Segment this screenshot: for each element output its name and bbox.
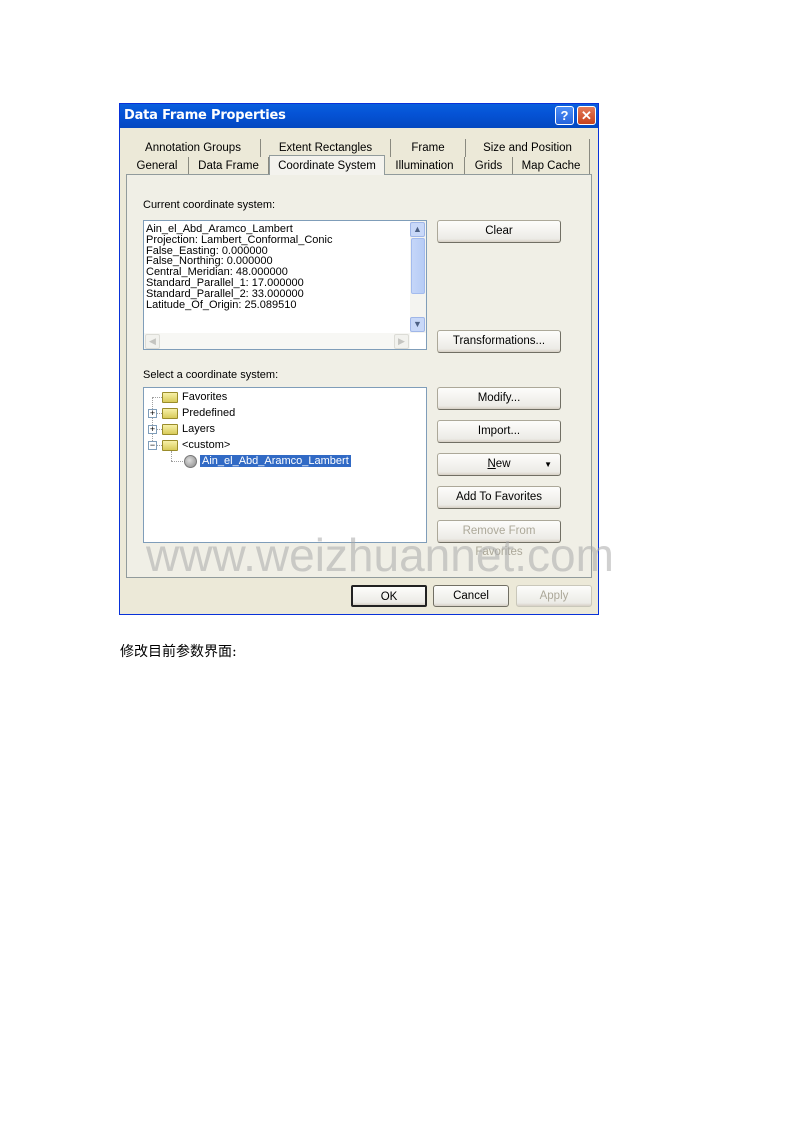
cancel-button[interactable]: Cancel [433, 585, 509, 607]
button-label: Apply [539, 590, 569, 602]
scroll-up-arrow-icon[interactable]: ▲ [410, 222, 425, 237]
scroll-thumb[interactable] [411, 238, 425, 294]
tab-grids[interactable]: Grids [465, 157, 513, 175]
apply-button[interactable]: Apply [516, 585, 592, 607]
transformations-button[interactable]: Transformations... [437, 330, 561, 353]
tree-line [152, 397, 162, 398]
modify-button[interactable]: Modify... [437, 387, 561, 410]
add-to-favorites-button[interactable]: Add To Favorites [437, 486, 561, 509]
tree-node-predefined[interactable]: Predefined [162, 405, 235, 421]
select-coordinate-system-label: Select a coordinate system: [143, 369, 279, 381]
node-label: Layers [182, 423, 216, 435]
remove-from-favorites-button[interactable]: Remove From Favorites [437, 520, 561, 558]
coordinate-system-panel: Current coordinate system: Ain_el_Abd_Ar… [126, 174, 592, 578]
button-label: Add To Favorites [455, 491, 543, 503]
detail-line: Standard_Parallel_2: 33.000000 [146, 287, 304, 300]
tab-label: Illumination [395, 160, 454, 172]
tree-node-ain-el-abd-aramco-lambert[interactable]: Ain_el_Abd_Aramco_Lambert [184, 453, 351, 469]
title-bar[interactable]: Data Frame Properties ? ✕ [120, 104, 598, 128]
scroll-right-arrow-icon[interactable]: ▶ [394, 334, 409, 349]
button-label: Remove From Favorites [462, 525, 536, 558]
tab-map-cache[interactable]: Map Cache [513, 157, 590, 175]
button-label: Transformations... [452, 335, 546, 347]
import-button[interactable]: Import... [437, 420, 561, 443]
button-label: Cancel [453, 590, 489, 602]
dropdown-arrow-icon: ▼ [544, 460, 552, 469]
clear-button[interactable]: Clear [437, 220, 561, 243]
node-label: Predefined [182, 407, 236, 419]
tab-label: Frame [411, 142, 445, 154]
button-label: OK [380, 591, 398, 603]
help-button[interactable]: ? [555, 106, 574, 125]
tab-illumination[interactable]: Illumination [385, 157, 465, 175]
close-icon: ✕ [581, 108, 592, 123]
button-label: Clear [485, 225, 513, 237]
tab-label: Size and Position [483, 142, 572, 154]
current-coordinate-system-details[interactable]: Ain_el_Abd_Aramco_Lambert Projection: La… [143, 220, 427, 350]
tree-line [152, 397, 153, 445]
button-label: Import... [477, 425, 521, 437]
tab-label: Grids [474, 160, 503, 172]
folder-icon [162, 407, 178, 419]
tree-line [171, 461, 183, 462]
tab-coordinate-system[interactable]: Coordinate System [269, 155, 385, 175]
tab-label: General [136, 160, 178, 172]
tab-label: Extent Rectangles [278, 142, 373, 154]
tree-node-custom[interactable]: <custom> [162, 437, 230, 453]
expand-icon[interactable]: + [148, 425, 157, 434]
details-text: Ain_el_Abd_Aramco_Lambert Projection: La… [145, 224, 332, 310]
tab-size-and-position[interactable]: Size and Position [466, 139, 590, 157]
tab-row-2: General Data Frame Coordinate System Ill… [126, 155, 592, 175]
tab-data-frame[interactable]: Data Frame [189, 157, 269, 175]
tab-label: Annotation Groups [145, 142, 241, 154]
coordinate-system-tree[interactable]: Favorites + Predefined + Layers − <custo… [143, 387, 427, 543]
folder-icon [162, 439, 178, 451]
globe-icon [184, 454, 197, 468]
tab-annotation-groups[interactable]: Annotation Groups [126, 139, 261, 157]
help-icon: ? [560, 108, 569, 123]
tab-label: Coordinate System [278, 160, 376, 172]
detail-line: Latitude_Of_Origin: 25.089510 [146, 298, 297, 311]
tab-general[interactable]: General [126, 157, 189, 175]
caption-text: 修改目前参数界面: [120, 644, 237, 660]
expand-icon[interactable]: + [148, 409, 157, 418]
folder-icon [162, 391, 178, 403]
button-label: Modify... [477, 392, 521, 404]
horizontal-scrollbar[interactable]: ◀ ▶ [144, 333, 410, 349]
detail-line: Projection: Lambert_Conformal_Conic [146, 233, 333, 246]
tab-label: Map Cache [521, 160, 581, 172]
scroll-left-arrow-icon[interactable]: ◀ [145, 334, 160, 349]
collapse-icon[interactable]: − [148, 441, 157, 450]
button-label: ew [495, 458, 511, 470]
node-label: <custom> [182, 439, 231, 451]
tree-node-layers[interactable]: Layers [162, 421, 215, 437]
tab-label: Data Frame [198, 160, 259, 172]
data-frame-properties-dialog: Data Frame Properties ? ✕ Annotation Gro… [119, 103, 599, 615]
tree-node-favorites[interactable]: Favorites [162, 389, 227, 405]
folder-icon [162, 423, 178, 435]
scroll-down-arrow-icon[interactable]: ▼ [410, 317, 425, 332]
close-button[interactable]: ✕ [577, 106, 596, 125]
current-coordinate-system-label: Current coordinate system: [143, 199, 276, 211]
node-label: Ain_el_Abd_Aramco_Lambert [200, 455, 351, 467]
dialog-title: Data Frame Properties [124, 108, 286, 123]
tab-frame[interactable]: Frame [391, 139, 466, 157]
ok-button[interactable]: OK [351, 585, 427, 607]
button-label-mnemonic: N [487, 458, 496, 470]
new-button[interactable]: New ▼ [437, 453, 561, 476]
vertical-scrollbar[interactable]: ▲ ▼ [410, 221, 426, 333]
node-label: Favorites [182, 391, 228, 403]
